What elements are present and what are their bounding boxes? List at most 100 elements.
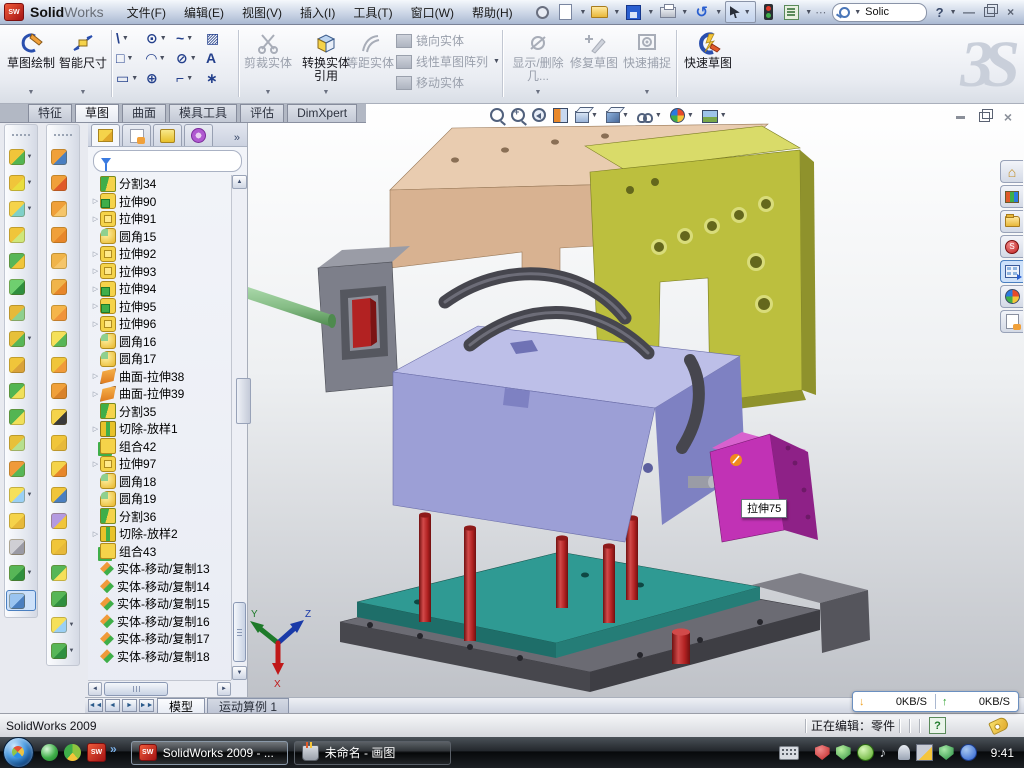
feature-tree-item[interactable]: ▷ 组合42 (91, 438, 230, 456)
expand-arrow[interactable]: ▷ (91, 285, 100, 293)
feature-tool-button[interactable]: ▼ (7, 538, 35, 555)
feature-tree-item[interactable]: ▷ 拉伸91 (91, 210, 230, 228)
feature-tree-item[interactable]: ▷ 拉伸95 (91, 298, 230, 316)
sketch-dropdown[interactable]: ▼ (28, 86, 35, 99)
last-tab-button[interactable]: ►► (139, 699, 154, 712)
save-dropdown[interactable]: ▼ (647, 9, 654, 16)
feature-tree-item[interactable]: ▷ 分割34 (91, 175, 230, 193)
menu-item[interactable]: 帮助(H) (463, 2, 522, 23)
doc-restore-button[interactable] (979, 112, 990, 122)
tree-vertical-scrollbar[interactable]: ▲ ▼ (231, 175, 247, 680)
surface-tool-button[interactable]: ▼ (49, 200, 77, 217)
feature-tool-button[interactable]: ▼ (7, 304, 35, 321)
surface-tool-button[interactable]: ▼ (49, 408, 77, 425)
next-tab-button[interactable]: ► (122, 699, 137, 712)
surface-tool-button[interactable]: ▼ (49, 590, 77, 607)
select-tool-button[interactable]: ▼ (725, 1, 756, 23)
help-button[interactable]: ? (933, 5, 947, 20)
sketch-entity-button[interactable]: ▭▼ (116, 70, 144, 86)
new-document-button[interactable] (555, 3, 576, 21)
first-tab-button[interactable]: ◄◄ (88, 699, 103, 712)
tray-security-alert-icon[interactable] (815, 745, 830, 760)
feature-tool-button[interactable]: ▼ (7, 174, 35, 191)
tool-dropdown[interactable]: ▼ (27, 180, 33, 186)
hscroll-thumb[interactable] (104, 682, 168, 696)
feature-tree-item[interactable]: ▷ 圆角19 (91, 490, 230, 508)
feature-tree-item[interactable]: ▷ 拉伸97 (91, 455, 230, 473)
commandmanager-tab[interactable]: 评估 (240, 104, 284, 122)
tool-dropdown[interactable]: ▼ (27, 336, 33, 342)
configurationmanager-tab[interactable] (153, 124, 182, 146)
tool-dropdown[interactable]: ▼ (27, 206, 33, 212)
toolbox-tab[interactable]: S (1000, 235, 1023, 258)
edit-appearance-button[interactable]: ▼ (670, 108, 695, 123)
file-explorer-tab[interactable] (1000, 210, 1023, 233)
menu-item[interactable]: 视图(V) (233, 2, 291, 23)
apply-scene-button[interactable]: ▼ (702, 108, 728, 123)
feature-tool-button[interactable]: ▼ (6, 590, 36, 611)
menu-item[interactable]: 插入(I) (291, 2, 344, 23)
surface-tool-button[interactable]: ▼ (49, 564, 77, 581)
feature-tool-button[interactable]: ▼ (7, 356, 35, 373)
view-palette-tab[interactable] (1000, 260, 1023, 283)
convert-dropdown[interactable]: ▼ (323, 86, 330, 99)
tag-icon[interactable] (988, 716, 1010, 735)
commandmanager-tab[interactable]: 模具工具 (169, 104, 237, 122)
taskbar-clock[interactable]: 9:41 (991, 746, 1014, 760)
surface-tool-button[interactable]: ▼ (49, 434, 77, 451)
custom-properties-tab[interactable] (1000, 310, 1023, 333)
tree-filter-box[interactable] (93, 150, 242, 172)
help-dropdown[interactable]: ▼ (950, 9, 957, 16)
entity-dropdown[interactable]: ▼ (131, 75, 138, 82)
tool-dropdown[interactable]: ▼ (27, 570, 33, 576)
entity-dropdown[interactable]: ▼ (159, 55, 166, 62)
feature-tree-item[interactable]: ▷ 曲面-拉伸39 (91, 385, 230, 403)
feature-tree-item[interactable]: ▷ 圆角17 (91, 350, 230, 368)
menu-item[interactable]: 工具(T) (344, 2, 401, 23)
volume-icon[interactable]: ♪ (880, 745, 892, 760)
panel-splitter-handle[interactable] (236, 378, 251, 424)
featuremanager-tree-tab[interactable] (91, 124, 120, 146)
feature-tree-item[interactable]: ▷ 圆角16 (91, 333, 230, 351)
save-button[interactable] (623, 3, 644, 21)
surface-tool-button[interactable]: ▼ (49, 226, 77, 243)
feature-tool-button[interactable]: ▼ (7, 382, 35, 399)
commandmanager-tab[interactable]: DimXpert (287, 104, 357, 122)
sketch-entity-button[interactable]: ∗▼ (206, 70, 234, 86)
surface-tool-button[interactable]: ▼ (49, 512, 77, 529)
entity-dropdown[interactable]: ▼ (126, 55, 133, 62)
entity-dropdown[interactable]: ▼ (160, 35, 167, 42)
feature-tool-button[interactable]: ▼ (7, 200, 35, 217)
feature-tool-button[interactable]: ▼ (7, 252, 35, 269)
solidworks-resources-tab[interactable]: ⌂ (1000, 160, 1023, 183)
sketch-entity-button[interactable]: ~▼ (176, 30, 204, 46)
entity-dropdown[interactable]: ▼ (186, 35, 193, 42)
tray-badge-icon[interactable] (857, 744, 874, 761)
appearances-scenes-tab[interactable] (1000, 285, 1023, 308)
feature-tree-item[interactable]: ▷ 实体-移动/复制13 (91, 560, 230, 578)
feature-tree-item[interactable]: ▷ 实体-移动/复制17 (91, 630, 230, 648)
feature-tree-item[interactable]: ▷ 切除-放样2 (91, 525, 230, 543)
expand-arrow[interactable]: ▷ (91, 197, 100, 205)
entity-dropdown[interactable]: ▼ (122, 35, 129, 42)
feature-tree-item[interactable]: ▷ 圆角18 (91, 473, 230, 491)
quick-tip-help-button[interactable]: ? (929, 717, 946, 734)
surface-tool-button[interactable]: ▼ (49, 486, 77, 503)
feature-tree-item[interactable]: ▷ 实体-移动/复制18 (91, 648, 230, 666)
feature-tool-button[interactable]: ▼ (7, 460, 35, 477)
input-method-icon[interactable] (779, 746, 799, 760)
scroll-up-button[interactable]: ▲ (232, 175, 247, 189)
design-library-tab[interactable] (1000, 185, 1023, 208)
feature-tree-item[interactable]: ▷ 拉伸92 (91, 245, 230, 263)
feature-tool-button[interactable]: ▼ (7, 278, 35, 295)
section-view-button[interactable] (553, 108, 568, 123)
tool-dropdown[interactable]: ▼ (27, 154, 33, 160)
doc-close-button[interactable]: × (1004, 110, 1012, 124)
expand-arrow[interactable]: ▷ (91, 302, 100, 310)
surface-tool-button[interactable]: ▼ (49, 278, 77, 295)
scroll-thumb[interactable] (233, 602, 246, 662)
surface-tool-button[interactable]: ▼ (49, 330, 77, 347)
taskbar-button-paint[interactable]: 未命名 - 画图 (294, 741, 451, 765)
menu-item[interactable]: 窗口(W) (402, 2, 463, 23)
feature-tree-item[interactable]: ▷ 拉伸96 (91, 315, 230, 333)
